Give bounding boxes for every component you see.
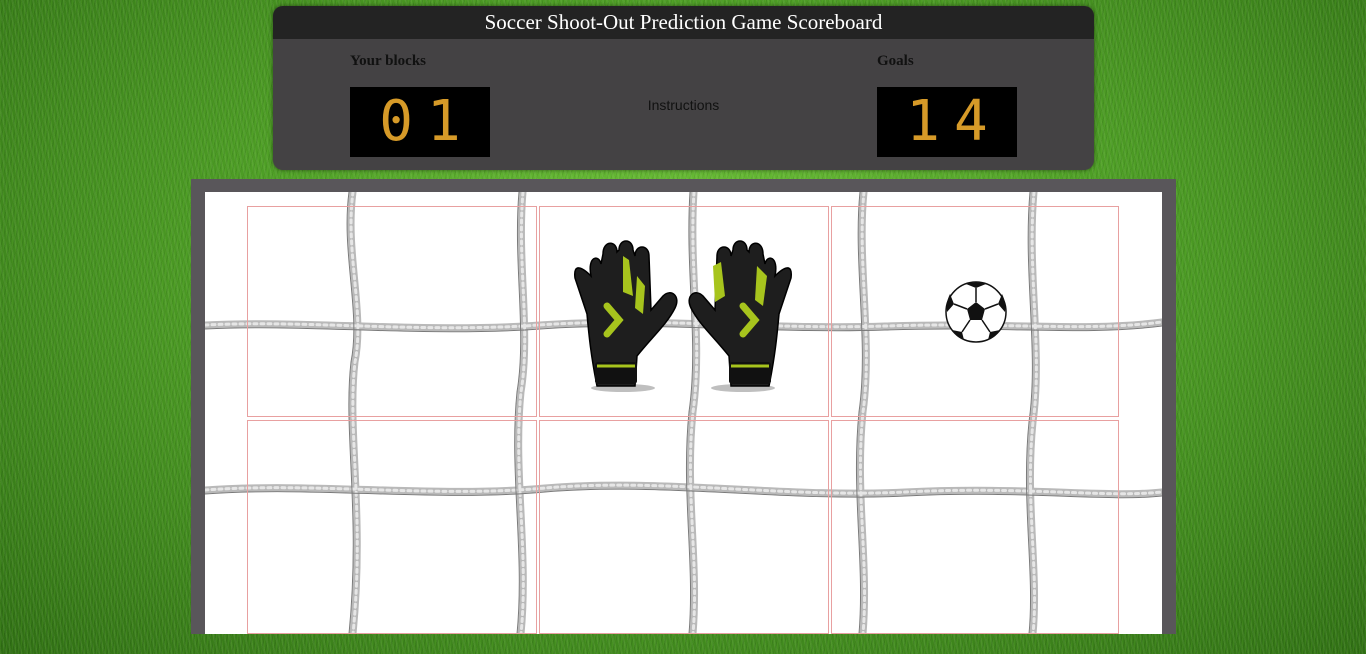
soccer-ball-icon xyxy=(944,280,1008,344)
goal-zone-bottom-left[interactable] xyxy=(247,420,537,634)
scoreboard: Soccer Shoot-Out Prediction Game Scorebo… xyxy=(273,6,1094,170)
scoreboard-title: Soccer Shoot-Out Prediction Game Scorebo… xyxy=(273,6,1094,39)
goal-zone-bottom-center[interactable] xyxy=(539,420,829,634)
goal-zone-bottom-right[interactable] xyxy=(831,420,1119,634)
goal-frame xyxy=(191,179,1176,634)
goals-counter: 14 xyxy=(877,87,1017,157)
goalkeeper-gloves-icon xyxy=(571,236,796,396)
blocks-label: Your blocks xyxy=(350,53,426,69)
goals-label: Goals xyxy=(877,53,914,69)
goal-area xyxy=(205,192,1162,634)
goal-zone-top-left[interactable] xyxy=(247,206,537,417)
